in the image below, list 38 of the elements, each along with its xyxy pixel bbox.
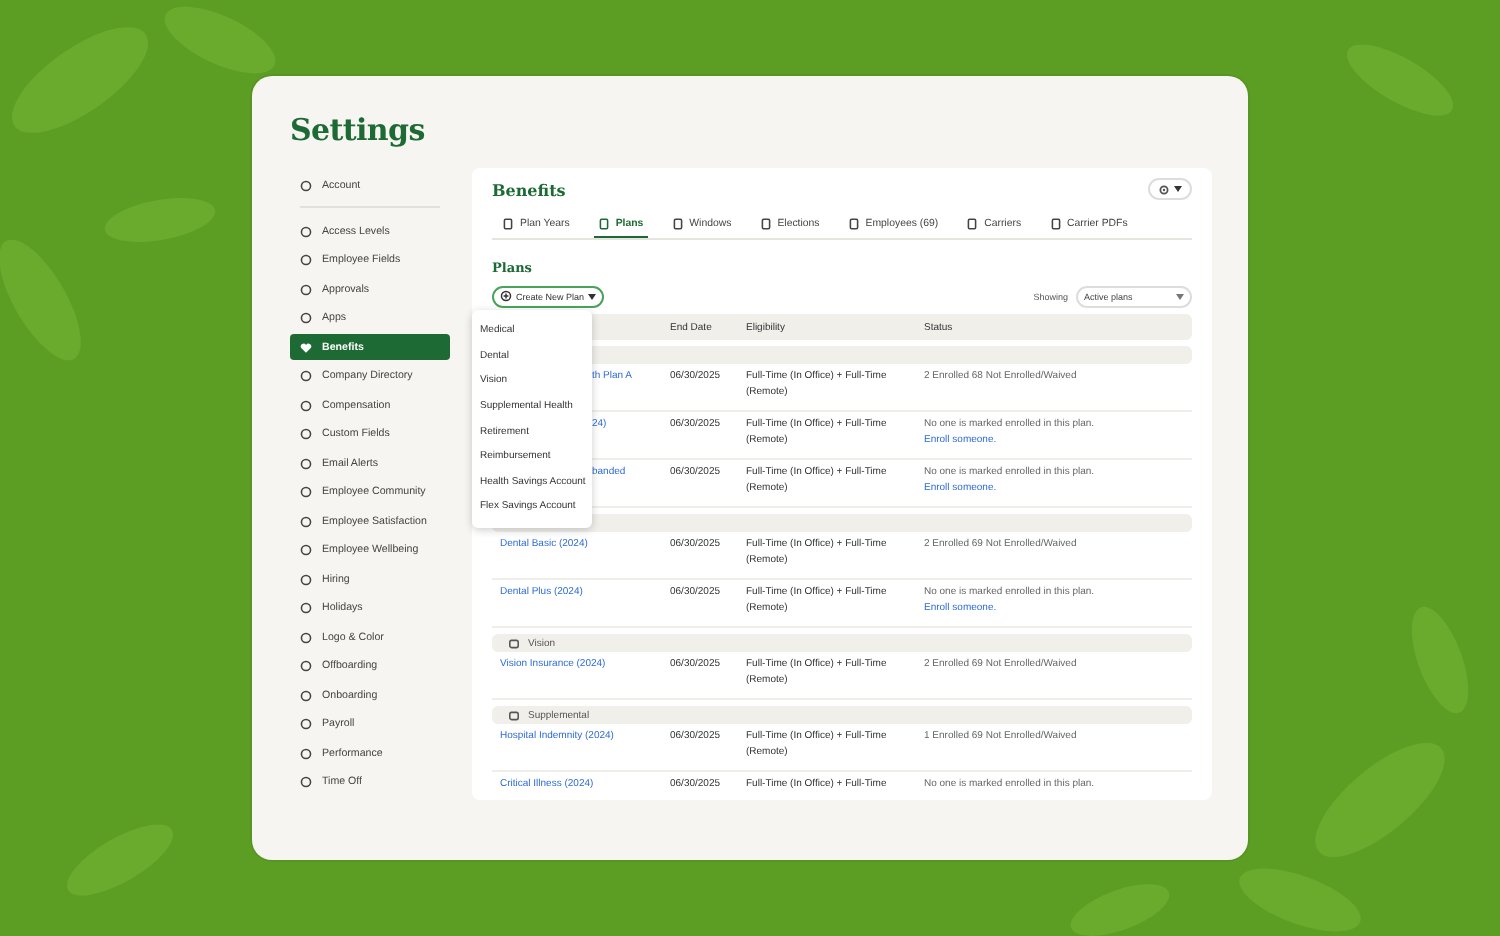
- circle-icon: [300, 515, 312, 527]
- tag-icon: [508, 709, 520, 721]
- circle-icon: [300, 544, 312, 556]
- circle-icon: [300, 399, 312, 411]
- circle-icon: [300, 660, 312, 672]
- settings-icon: [1158, 183, 1170, 195]
- circle-icon: [300, 486, 312, 498]
- plus-circle-icon: [500, 290, 512, 302]
- circle-icon: [300, 776, 312, 788]
- circle-icon: [300, 225, 312, 237]
- document-icon: [597, 217, 610, 229]
- caret-icon: [1174, 186, 1182, 192]
- circle-icon: [300, 370, 312, 382]
- document-icon: [847, 217, 860, 229]
- circle-icon: [300, 718, 312, 730]
- document-icon: [502, 217, 514, 229]
- circle-icon: [300, 179, 312, 191]
- circle-icon: [300, 254, 312, 266]
- circle-icon: [300, 457, 312, 469]
- circle-icon: [300, 283, 312, 295]
- document-icon: [1049, 217, 1062, 229]
- document-icon: [759, 217, 772, 229]
- caret-icon: [588, 293, 597, 299]
- circle-icon: [300, 428, 312, 440]
- circle-icon: [300, 689, 312, 701]
- circle-icon: [300, 602, 312, 614]
- circle-icon: [300, 312, 312, 324]
- caret-icon: [1176, 293, 1184, 299]
- panel-title: Benefits: [492, 179, 566, 199]
- circle-icon: [300, 573, 312, 585]
- settings-menu-button[interactable]: [1148, 178, 1192, 200]
- heart-icon: [300, 341, 312, 353]
- page-title: Settings: [290, 112, 427, 148]
- document-icon: [966, 217, 979, 229]
- circle-icon: [300, 631, 312, 643]
- circle-icon: [300, 747, 312, 759]
- document-icon: [671, 217, 684, 229]
- tag-icon: [508, 637, 520, 649]
